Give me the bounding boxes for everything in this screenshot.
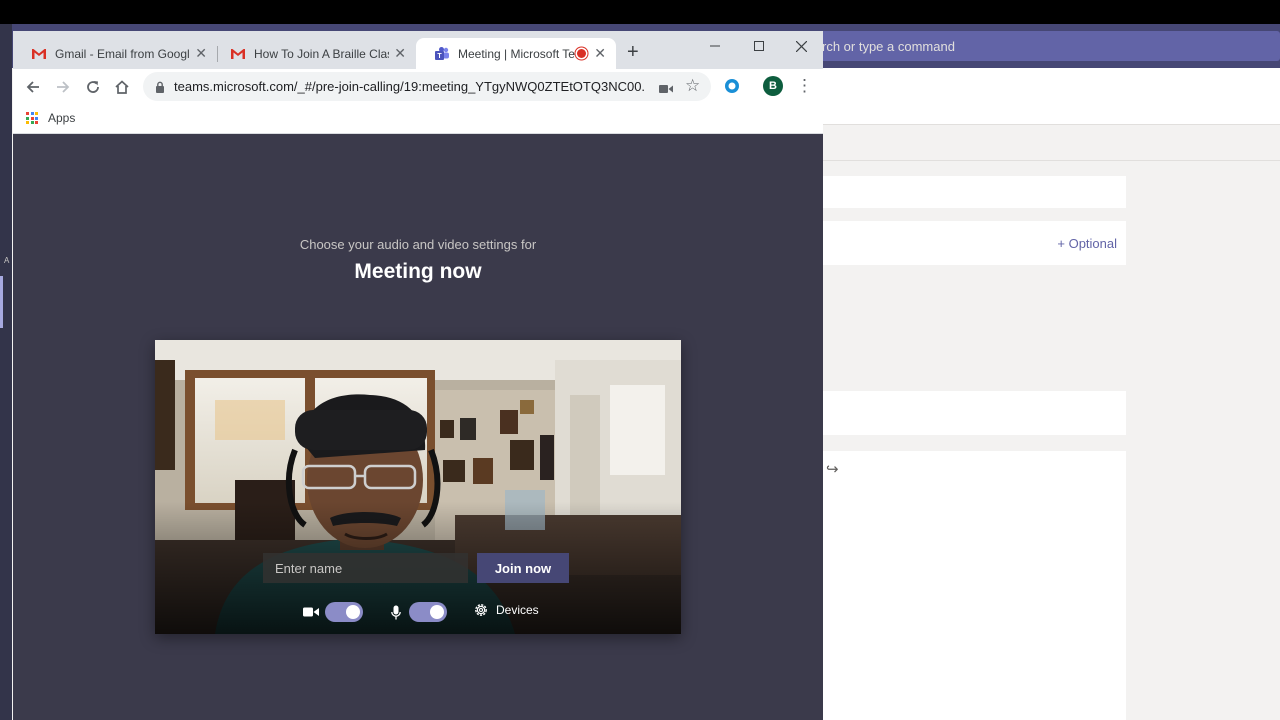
- address-bar[interactable]: teams.microsoft.com/_#/pre-join-calling/…: [143, 72, 711, 101]
- reload-button[interactable]: [82, 76, 104, 98]
- bookmark-star-icon[interactable]: ☆: [685, 76, 700, 96]
- close-tab-icon[interactable]: ✕: [594, 45, 606, 62]
- tab-gmail[interactable]: Gmail - Email from Google ✕: [13, 38, 217, 69]
- toggle-knob: [346, 605, 360, 619]
- tab-strip: Gmail - Email from Google ✕ How To Join …: [13, 31, 823, 69]
- gmail-icon: [31, 46, 47, 62]
- background-form-textarea[interactable]: [823, 451, 1126, 720]
- microphone-icon: [391, 605, 401, 620]
- join-now-button[interactable]: Join now: [477, 553, 569, 583]
- close-tab-icon[interactable]: ✕: [394, 45, 406, 62]
- minimize-button[interactable]: [695, 35, 735, 57]
- background-optional-link[interactable]: + Optional: [1057, 236, 1117, 251]
- tab-title: Meeting | Microsoft Tea: [458, 46, 576, 61]
- browser-toolbar: teams.microsoft.com/_#/pre-join-calling/…: [13, 69, 823, 104]
- background-form-field[interactable]: [823, 176, 1126, 208]
- gear-icon: [473, 602, 489, 618]
- prejoin-subtitle: Choose your audio and video settings for: [299, 237, 537, 252]
- background-header: [823, 68, 1280, 125]
- apps-grid-icon[interactable]: [26, 112, 38, 124]
- meeting-title: Meeting now: [354, 260, 482, 283]
- camera-toggle[interactable]: [325, 602, 363, 622]
- background-search-placeholder: rch or type a command: [822, 39, 955, 54]
- browser-menu-icon[interactable]: ⋮: [796, 76, 813, 96]
- tab-teams-meeting[interactable]: T Meeting | Microsoft Tea ✕: [416, 38, 616, 69]
- teams-prejoin-screen: Choose your audio and video settings for…: [13, 134, 823, 720]
- tab-braille-class[interactable]: How To Join A Braille Class - ✕: [212, 38, 416, 69]
- close-tab-icon[interactable]: ✕: [195, 45, 207, 62]
- back-button[interactable]: [22, 76, 44, 98]
- video-camera-icon: [303, 606, 319, 618]
- microphone-control: [391, 602, 447, 622]
- screen-top-bar: [0, 0, 1280, 24]
- camera-control: [303, 602, 363, 622]
- teams-icon: T: [434, 46, 450, 62]
- lock-icon[interactable]: [155, 80, 165, 98]
- svg-text:T: T: [437, 53, 442, 60]
- camera-video-feed: [155, 340, 681, 634]
- tab-title: How To Join A Braille Class -: [254, 46, 389, 61]
- home-button[interactable]: [111, 76, 133, 98]
- background-rail-label: A: [4, 256, 10, 265]
- bookmark-apps[interactable]: Apps: [48, 111, 75, 125]
- camera-preview: Join now Devices: [155, 340, 681, 634]
- background-form-field[interactable]: [823, 391, 1126, 435]
- tab-title: Gmail - Email from Google: [55, 46, 190, 61]
- camera-in-use-icon[interactable]: [659, 81, 673, 99]
- close-window-button[interactable]: [781, 35, 821, 57]
- devices-button[interactable]: Devices: [473, 602, 539, 618]
- devices-label: Devices: [496, 603, 539, 617]
- url-text: teams.microsoft.com/_#/pre-join-calling/…: [174, 79, 644, 94]
- background-app-rail: [0, 24, 12, 720]
- redo-icon[interactable]: ↪: [826, 460, 839, 478]
- bookmarks-bar: Apps: [13, 104, 823, 134]
- gmail-icon: [230, 46, 246, 62]
- forward-button[interactable]: [52, 76, 74, 98]
- toggle-knob: [430, 605, 444, 619]
- name-input[interactable]: [263, 553, 468, 583]
- background-divider: [823, 160, 1280, 161]
- profile-avatar[interactable]: B: [763, 76, 783, 96]
- recording-indicator-icon: [577, 49, 586, 58]
- microphone-toggle[interactable]: [409, 602, 447, 622]
- browser-window: Gmail - Email from Google ✕ How To Join …: [13, 31, 823, 720]
- maximize-button[interactable]: [739, 35, 779, 57]
- extension-icon[interactable]: [724, 78, 740, 94]
- background-rail-active-indicator: [0, 276, 3, 328]
- new-tab-button[interactable]: +: [627, 42, 639, 62]
